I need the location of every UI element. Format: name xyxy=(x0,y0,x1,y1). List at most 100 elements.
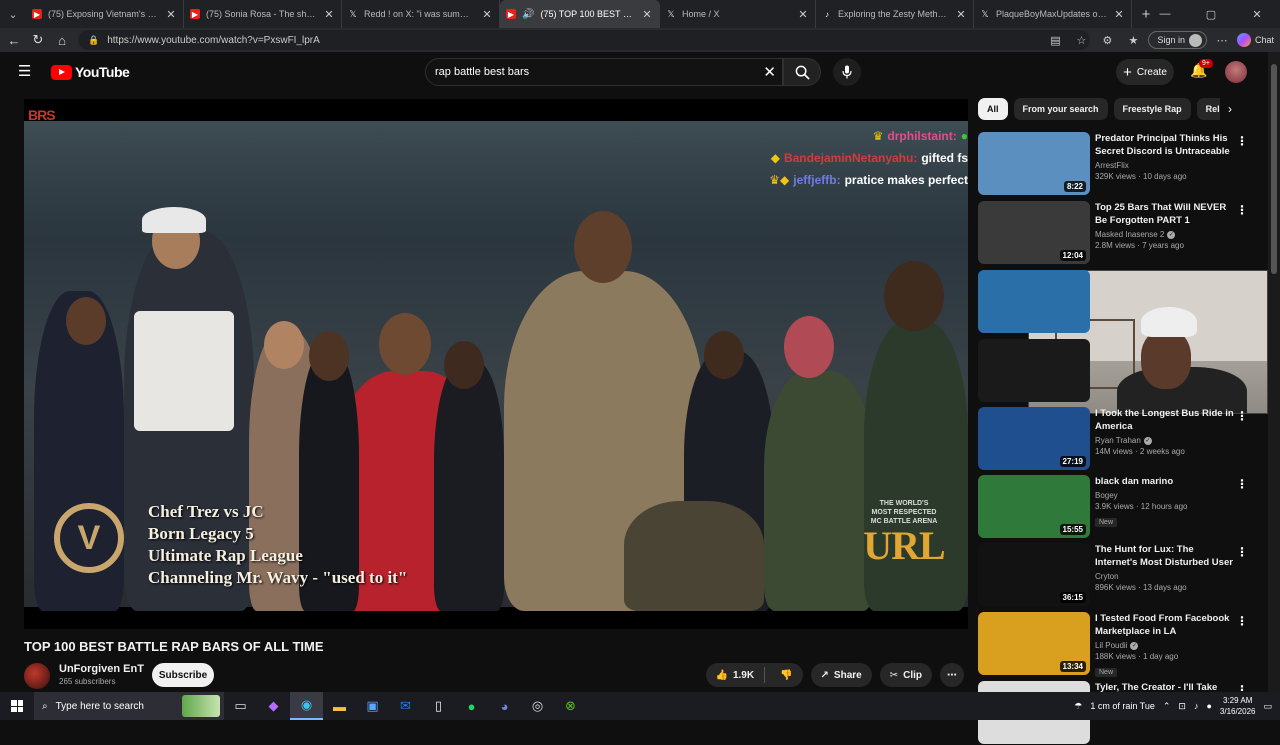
subscribe-button[interactable]: Subscribe xyxy=(152,663,214,687)
more-options-icon[interactable]: ⋮ xyxy=(1236,134,1248,148)
back-icon[interactable]: ← xyxy=(2,28,26,52)
network-icon[interactable]: ⊡ xyxy=(1178,701,1186,712)
favorite-star-icon[interactable]: ☆ xyxy=(1070,29,1092,51)
video-thumbnail[interactable] xyxy=(978,339,1090,402)
extensions-icon[interactable]: ⚙ xyxy=(1096,29,1118,51)
discord-icon[interactable]: ◕ xyxy=(488,692,521,720)
more-options-icon[interactable]: ⋮ xyxy=(1236,409,1248,423)
video-thumbnail[interactable]: 8:22 xyxy=(978,132,1090,195)
channel-name[interactable]: Cryton xyxy=(1095,572,1235,581)
chip-from-your-search[interactable]: From your search xyxy=(1013,98,1108,120)
close-tab-icon[interactable]: ✕ xyxy=(481,8,493,21)
clear-search-icon[interactable]: ✕ xyxy=(763,63,776,81)
like-button[interactable]: 👍 1.9K xyxy=(706,667,766,683)
more-options-icon[interactable]: ⋮ xyxy=(1236,477,1248,491)
notifications-icon[interactable]: ▭ xyxy=(1263,701,1272,712)
video-title[interactable]: Top 25 Bars That Will NEVER Be Forgotten… xyxy=(1095,201,1235,227)
favorites-icon[interactable]: ★ xyxy=(1122,29,1144,51)
volume-icon[interactable]: ♪ xyxy=(1194,701,1199,711)
video-player[interactable]: BRS ♛ drphilstaint: ● ◆ BandejaminNetany… xyxy=(24,99,968,629)
store-icon[interactable]: ▣ xyxy=(356,692,389,720)
account-avatar[interactable] xyxy=(1225,61,1247,83)
video-title[interactable]: Predator Principal Thinks His Secret Dis… xyxy=(1095,132,1235,158)
scrollbar-thumb[interactable] xyxy=(1271,64,1277,274)
channel-name[interactable]: Masked Inasense 2 ✓ xyxy=(1095,230,1235,239)
recommended-video[interactable]: 36:15 The Hunt for Lux: The Internet's Mo… xyxy=(978,543,1268,607)
minimize-icon[interactable]: — xyxy=(1142,0,1188,28)
close-window-icon[interactable]: ✕ xyxy=(1234,0,1280,28)
recommended-video[interactable] xyxy=(978,339,1268,403)
tab-actions-chevron-icon[interactable]: ⌄ xyxy=(0,0,26,28)
video-title[interactable]: I Tested Food From Facebook Marketplace … xyxy=(1095,612,1235,638)
video-title[interactable]: I Took the Longest Bus Ride in America xyxy=(1095,407,1235,433)
channel-avatar[interactable] xyxy=(24,663,50,689)
file-explorer-icon[interactable]: ▬ xyxy=(323,692,356,720)
recommended-video[interactable]: 8:22 Predator Principal Thinks His Secret… xyxy=(978,132,1268,196)
video-thumbnail[interactable]: 36:15 xyxy=(978,543,1090,606)
home-icon[interactable]: ⌂ xyxy=(50,28,74,52)
speaker-icon[interactable]: 🔊 xyxy=(522,9,534,20)
mic-icon[interactable]: ● xyxy=(1206,701,1211,711)
copilot-chat-button[interactable]: Chat xyxy=(1236,33,1274,47)
video-thumbnail[interactable]: 27:19 xyxy=(978,407,1090,470)
browser-tab[interactable]: 𝕏 Home / X ✕ xyxy=(660,0,816,28)
browser-tab[interactable]: 𝕏 Redd ! on X: "i was summoned hit ✕ xyxy=(342,0,500,28)
maximize-icon[interactable]: ▢ xyxy=(1188,0,1234,28)
split-screen-icon[interactable]: ▤ xyxy=(1044,29,1066,51)
browser-tab[interactable]: ▶ (75) Sonia Rosa - The shadow of y ✕ xyxy=(184,0,342,28)
video-title[interactable]: The Hunt for Lux: The Internet's Most Di… xyxy=(1095,543,1235,569)
outlook-icon[interactable]: ✉ xyxy=(389,692,422,720)
close-tab-icon[interactable]: ✕ xyxy=(641,8,653,21)
search-input[interactable]: rap battle best bars ✕ xyxy=(425,58,783,86)
youtube-logo[interactable]: YouTube xyxy=(51,64,130,80)
video-title[interactable]: black dan marino xyxy=(1095,475,1235,488)
search-button[interactable] xyxy=(783,58,821,86)
url-field[interactable]: 🔒 https://www.youtube.com/watch?v=PxswFI… xyxy=(78,30,1090,50)
voice-search-button[interactable] xyxy=(833,58,861,86)
dislike-button[interactable]: 👎 xyxy=(770,670,802,681)
close-tab-icon[interactable]: ✕ xyxy=(1113,8,1125,21)
task-view-icon[interactable]: ▭ xyxy=(224,692,257,720)
notepad-icon[interactable]: ▯ xyxy=(422,692,455,720)
recommended-video[interactable]: 15:55 black dan marino Bogey 3.9K views · 1… xyxy=(978,475,1268,539)
video-thumbnail[interactable] xyxy=(978,270,1090,333)
more-actions-button[interactable]: ⋯ xyxy=(940,663,964,687)
channel-name[interactable]: ArrestFlix xyxy=(1095,161,1235,170)
close-tab-icon[interactable]: ✕ xyxy=(165,8,177,21)
channel-name[interactable]: Ryan Trahan ✓ xyxy=(1095,436,1235,445)
video-thumbnail[interactable]: 15:55 xyxy=(978,475,1090,538)
recommended-video[interactable]: 27:19 I Took the Longest Bus Ride in Amer… xyxy=(978,407,1268,471)
browser-tab[interactable]: ♪ Exploring the Zesty Method with L ✕ xyxy=(816,0,974,28)
clock[interactable]: 3:29 AM 3/16/2026 xyxy=(1220,695,1256,717)
close-tab-icon[interactable]: ✕ xyxy=(797,8,809,21)
more-options-icon[interactable]: ⋮ xyxy=(1236,203,1248,217)
chips-next-chevron-icon[interactable]: › xyxy=(1220,98,1240,120)
menu-icon[interactable]: ☰ xyxy=(18,64,34,80)
chip-all[interactable]: All xyxy=(978,98,1008,120)
taskbar-search[interactable]: ⌕ Type here to search xyxy=(34,692,224,720)
recommended-video[interactable] xyxy=(978,270,1268,334)
browser-tab[interactable]: ▶ 🔊 (75) TOP 100 BEST BATTLE RA ✕ xyxy=(500,0,660,28)
copilot-app-icon[interactable]: ◆ xyxy=(257,692,290,720)
browser-tab[interactable]: ▶ (75) Exposing Vietnam's Mystery M ✕ xyxy=(26,0,184,28)
clip-button[interactable]: ✂ Clip xyxy=(879,663,932,687)
edge-browser-icon[interactable]: ◉ xyxy=(290,692,323,720)
start-button[interactable] xyxy=(0,692,34,720)
video-thumbnail[interactable]: 13:34 xyxy=(978,612,1090,675)
browser-tab[interactable]: 𝕏 PlaqueBoyMaxUpdates on X: "25h ✕ xyxy=(974,0,1132,28)
close-tab-icon[interactable]: ✕ xyxy=(955,8,967,21)
xbox-icon[interactable]: ⊗ xyxy=(554,692,587,720)
notifications-button[interactable]: 🔔 9+ xyxy=(1190,59,1213,79)
weather-text[interactable]: 1 cm of rain Tue xyxy=(1090,701,1155,711)
video-thumbnail[interactable]: 12:04 xyxy=(978,201,1090,264)
more-options-icon[interactable]: ⋮ xyxy=(1236,614,1248,628)
channel-name[interactable]: UnForgiven EnT xyxy=(59,663,144,675)
spotify-icon[interactable]: ● xyxy=(455,692,488,720)
recommended-video[interactable]: 12:04 Top 25 Bars That Will NEVER Be Forg… xyxy=(978,201,1268,265)
page-scrollbar[interactable] xyxy=(1268,52,1280,692)
more-options-icon[interactable]: ⋯ xyxy=(1211,29,1233,51)
share-button[interactable]: ↗ Share xyxy=(810,663,872,687)
chip-freestyle-rap[interactable]: Freestyle Rap xyxy=(1113,98,1191,120)
channel-name[interactable]: Lil Poudii ✓ xyxy=(1095,641,1235,650)
more-options-icon[interactable]: ⋮ xyxy=(1236,545,1248,559)
